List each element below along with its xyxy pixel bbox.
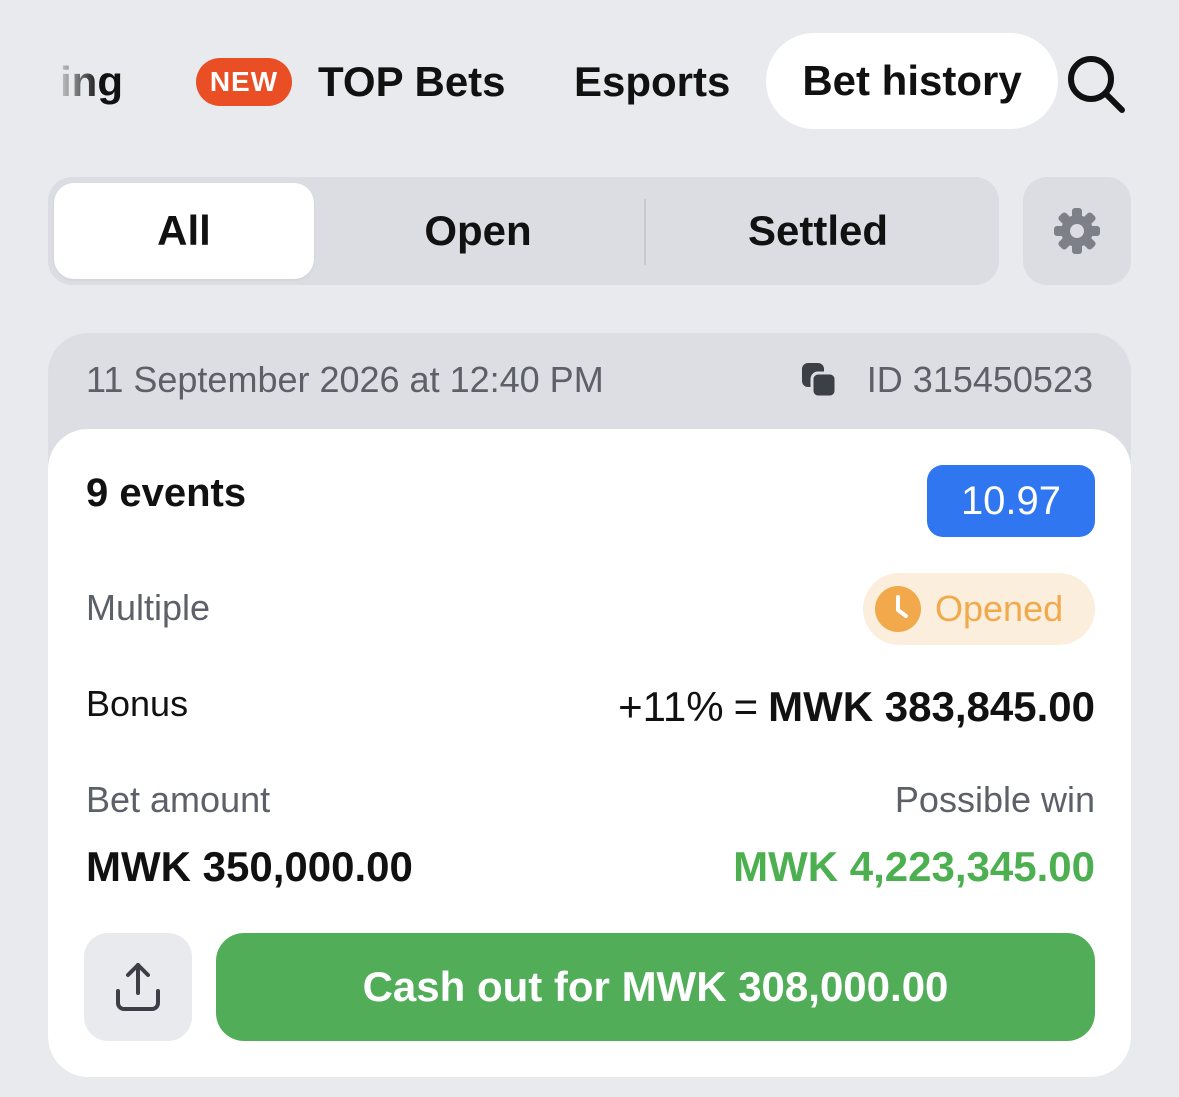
bonus-label: Bonus <box>86 683 189 724</box>
new-badge: NEW <box>196 58 292 106</box>
possible-win: MWK 4,223,345.00 <box>733 843 1095 890</box>
bet-id[interactable]: ID 315450523 <box>867 359 1093 401</box>
settings-button[interactable] <box>1023 177 1131 285</box>
share-button[interactable] <box>84 933 192 1041</box>
status-badge: Opened <box>863 573 1095 645</box>
nav-item-bet-history[interactable]: Bet history <box>766 33 1058 129</box>
odds-badge: 10.97 <box>927 465 1095 537</box>
copy-icon[interactable] <box>800 361 840 401</box>
filter-all-tab[interactable]: All <box>54 183 314 279</box>
possible-win-label: Possible win <box>894 779 1095 820</box>
bonus-equals: = <box>733 683 759 730</box>
search-icon[interactable] <box>1062 50 1128 116</box>
clock-icon <box>875 586 921 632</box>
nav-item-esports[interactable]: Esports <box>574 52 730 112</box>
segment-divider <box>644 199 646 265</box>
filter-open-tab[interactable]: Open <box>348 183 608 279</box>
top-nav: ing NEW TOP Bets Esports Bet history <box>0 0 1179 160</box>
status-label: Opened <box>935 588 1064 629</box>
events-count: 9 events <box>86 471 247 515</box>
filter-settled-tab[interactable]: Settled <box>688 183 948 279</box>
nav-item-top-bets[interactable]: TOP Bets <box>318 52 506 112</box>
bet-filter-segmented-control: All Open Settled <box>48 177 999 285</box>
bet-date: 11 September 2026 at 12:40 PM <box>86 359 604 400</box>
cash-out-button[interactable]: Cash out for MWK 308,000.00 <box>216 933 1095 1041</box>
bonus-percent: +11% <box>618 683 724 730</box>
scroll-fade <box>40 40 100 130</box>
bet-amount: MWK 350,000.00 <box>86 843 413 890</box>
bet-type: Multiple <box>86 587 211 628</box>
bet-amount-label: Bet amount <box>86 779 271 820</box>
bet-card-body: 9 events 10.97 Multiple Opened Bonus +11… <box>48 429 1131 1077</box>
bet-card: 11 September 2026 at 12:40 PM ID 3154505… <box>48 333 1131 1077</box>
bonus-value: +11% = MWK 383,845.00 <box>618 683 1095 731</box>
bonus-amount: MWK 383,845.00 <box>768 683 1095 730</box>
gear-icon <box>1054 208 1100 254</box>
share-icon <box>116 963 160 1011</box>
